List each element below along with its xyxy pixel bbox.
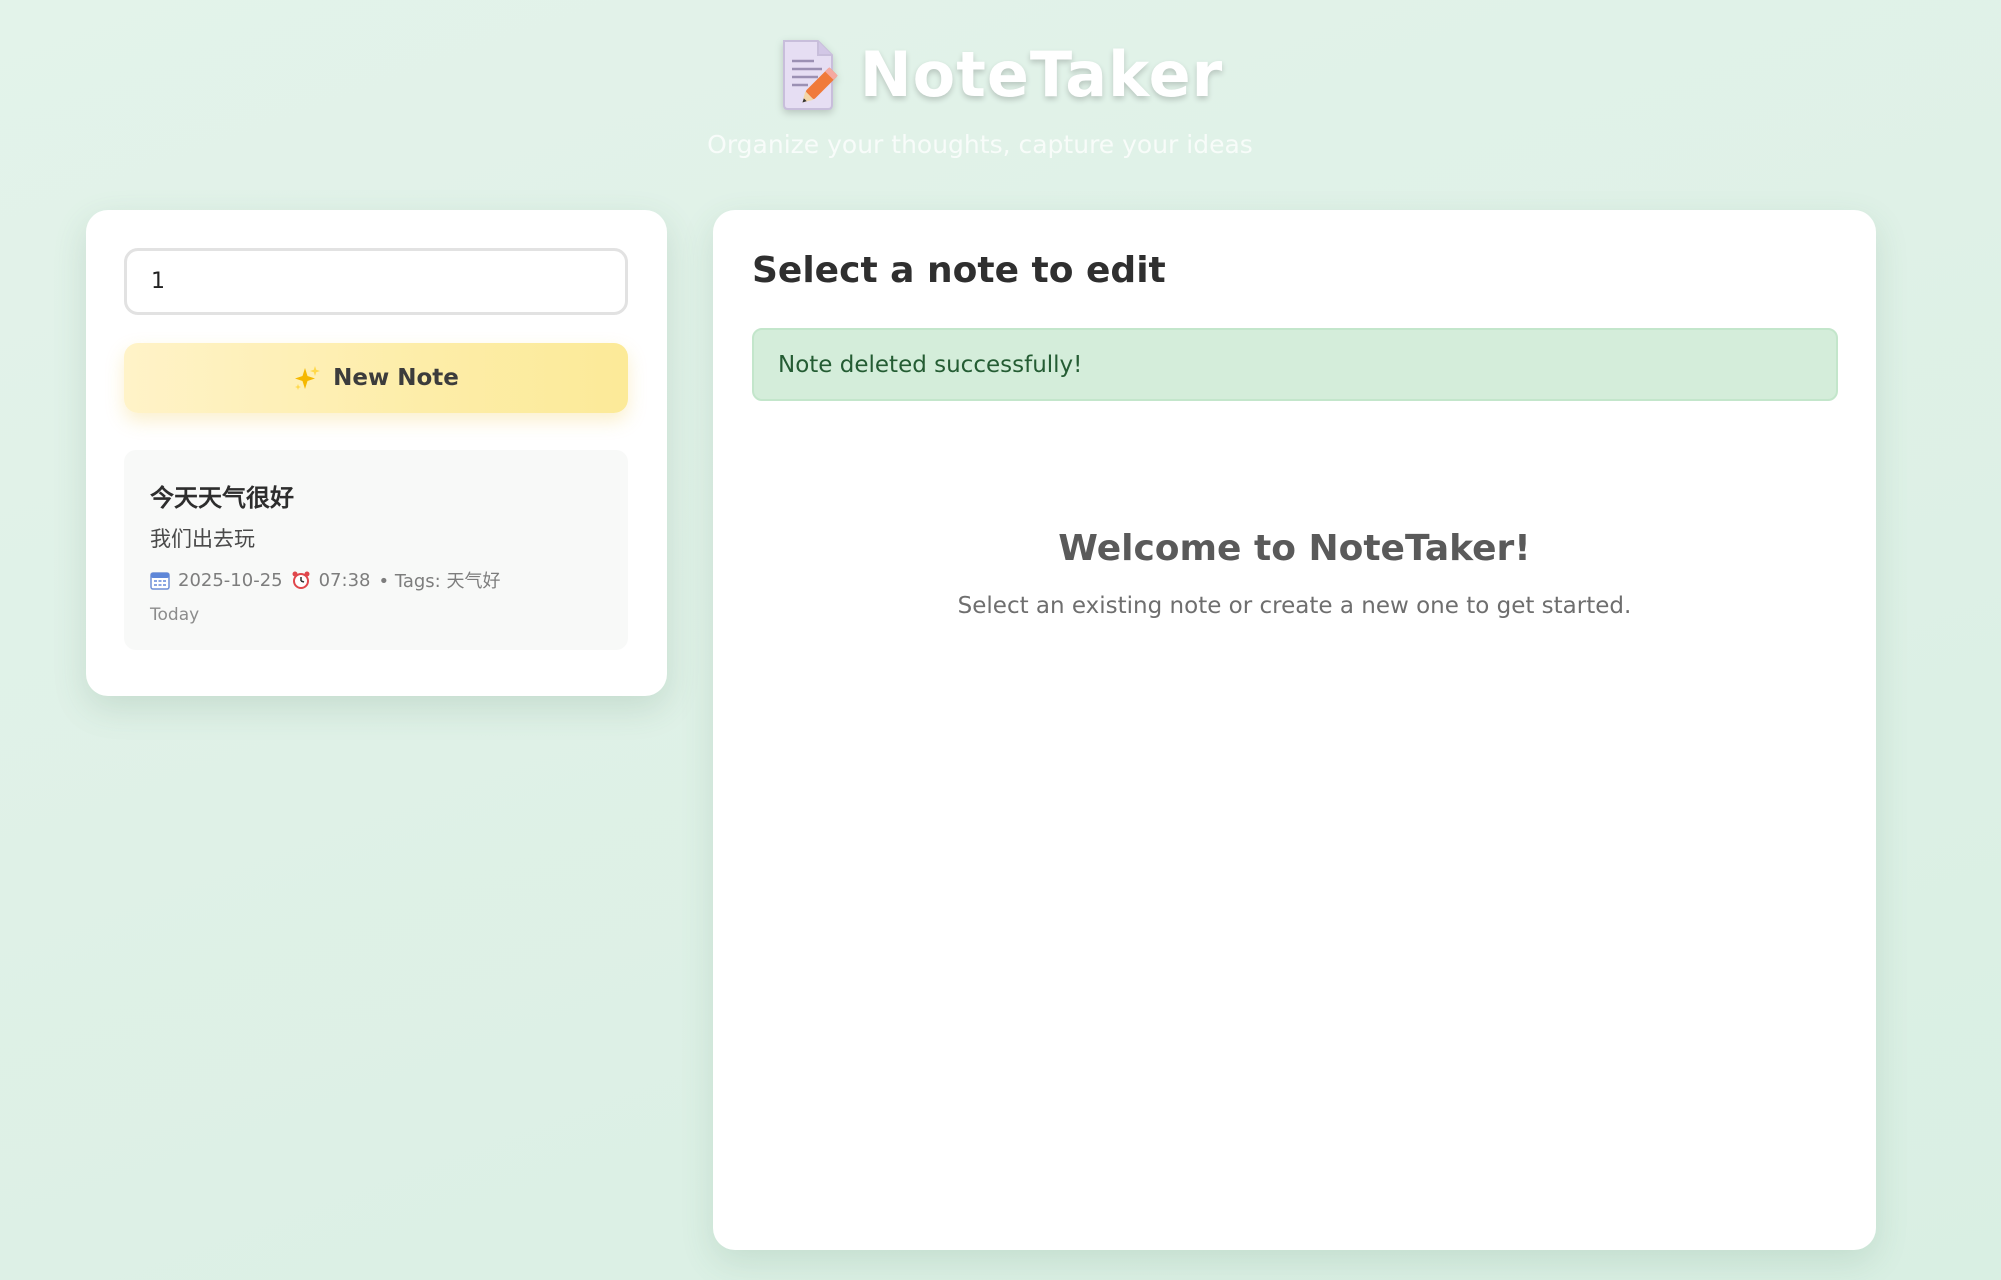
note-meta: 2025-10-25 07:38 • Tags: 天气好 (150, 567, 602, 593)
alert-message: Note deleted successfully! (778, 351, 1083, 378)
success-alert: Note deleted successfully! (752, 328, 1838, 401)
welcome-title: Welcome to NoteTaker! (1058, 528, 1531, 569)
alarm-clock-icon (291, 570, 311, 590)
new-note-button[interactable]: New Note (124, 343, 628, 413)
editor-panel: Select a note to edit Note deleted succe… (713, 210, 1876, 1250)
calendar-icon (150, 570, 170, 590)
app-header: NoteTaker Organize your thoughts, captur… (0, 0, 2001, 190)
app-title: NoteTaker (859, 38, 1224, 111)
note-tags: • Tags: 天气好 (378, 571, 501, 592)
welcome-text: Select an existing note or create a new … (957, 593, 1632, 619)
new-note-label: New Note (333, 365, 459, 391)
note-relative-date: Today (150, 605, 200, 625)
app-subtitle: Organize your thoughts, capture your ide… (707, 130, 1253, 159)
editor-heading: Select a note to edit (752, 250, 1166, 291)
note-list-item[interactable]: 今天天气很好 我们出去玩 2025-10-25 07:38 • Tags: 天气… (124, 450, 628, 650)
note-time: 07:38 (318, 569, 371, 591)
search-input[interactable] (124, 248, 628, 315)
memo-icon (778, 39, 838, 111)
sidebar: New Note 今天天气很好 我们出去玩 2025-10-25 (86, 210, 667, 696)
note-date: 2025-10-25 (178, 569, 283, 591)
brand-row: NoteTaker (0, 38, 2001, 111)
note-preview: 我们出去玩 (150, 527, 255, 551)
note-title: 今天天气很好 (150, 484, 294, 512)
sparkles-icon (293, 364, 321, 392)
